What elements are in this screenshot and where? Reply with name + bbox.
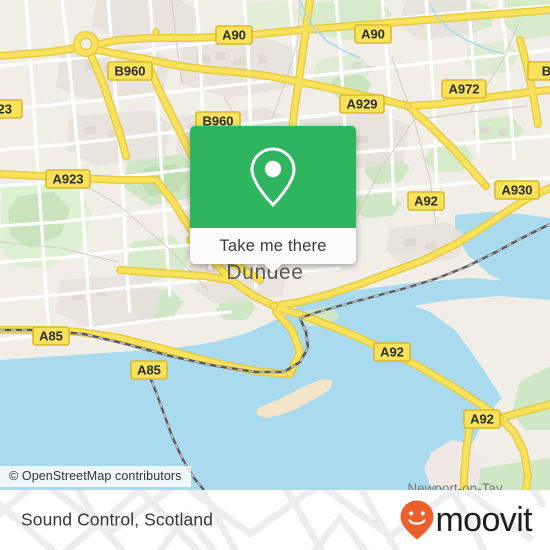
road-shield-a85-west: A85 bbox=[32, 326, 70, 346]
popup-tail bbox=[263, 263, 283, 273]
svg-text:A929: A929 bbox=[346, 97, 377, 112]
roundabout-center bbox=[81, 39, 91, 49]
svg-text:A23: A23 bbox=[0, 102, 12, 117]
popup-action-bar[interactable]: Take me there bbox=[190, 228, 356, 273]
svg-text:A930: A930 bbox=[501, 183, 532, 198]
road-shield-a85-east: A85 bbox=[130, 360, 168, 380]
road-shield-a923: A923 bbox=[45, 169, 91, 189]
road-shield-a92-north: A92 bbox=[407, 191, 445, 211]
page-title: Sound Control, Scotland bbox=[21, 509, 214, 530]
road-shield-a90-west: A90 bbox=[215, 25, 253, 45]
take-me-there-popup[interactable]: Take me there bbox=[190, 126, 356, 273]
road-shield-b9-clipped: B9 bbox=[527, 61, 550, 81]
svg-text:B960: B960 bbox=[114, 64, 145, 79]
footer-bar: Sound Control, Scotland moovit bbox=[0, 490, 550, 550]
road-shield-a92-south: A92 bbox=[463, 409, 501, 429]
road-shield-a930: A930 bbox=[494, 180, 540, 200]
place-label-newport-on-tay: Newport-on-Tay bbox=[407, 481, 503, 490]
road-shield-a90-east: A90 bbox=[354, 24, 392, 44]
road-shield-a92-bridge: A92 bbox=[373, 342, 411, 362]
svg-text:A90: A90 bbox=[222, 28, 246, 43]
moovit-logo[interactable]: moovit bbox=[400, 500, 533, 540]
svg-text:A92: A92 bbox=[470, 412, 494, 427]
osm-attribution[interactable]: © OpenStreetMap contributors bbox=[0, 466, 191, 487]
road-shield-a23-clipped: A23 bbox=[0, 99, 23, 119]
svg-text:A923: A923 bbox=[52, 172, 83, 187]
popup-icon-panel bbox=[190, 126, 356, 228]
moovit-wordmark: moovit bbox=[435, 501, 532, 539]
svg-text:A92: A92 bbox=[380, 345, 404, 360]
screenshot-root: Dundee Newport-on-Tay A90 A90 B960 B960 … bbox=[0, 0, 550, 550]
svg-text:A972: A972 bbox=[448, 82, 479, 97]
map-pin-icon bbox=[250, 147, 296, 208]
svg-text:A90: A90 bbox=[361, 27, 385, 42]
svg-text:B9: B9 bbox=[542, 64, 550, 79]
moovit-smiley-pin-icon bbox=[400, 500, 434, 540]
road-shield-a972: A972 bbox=[441, 79, 487, 99]
svg-text:A85: A85 bbox=[39, 329, 63, 344]
svg-text:A85: A85 bbox=[137, 363, 161, 378]
svg-text:A92: A92 bbox=[414, 194, 438, 209]
take-me-there-label: Take me there bbox=[219, 236, 327, 255]
road-shield-a929: A929 bbox=[339, 94, 385, 114]
road-shield-b960-north: B960 bbox=[107, 61, 153, 81]
